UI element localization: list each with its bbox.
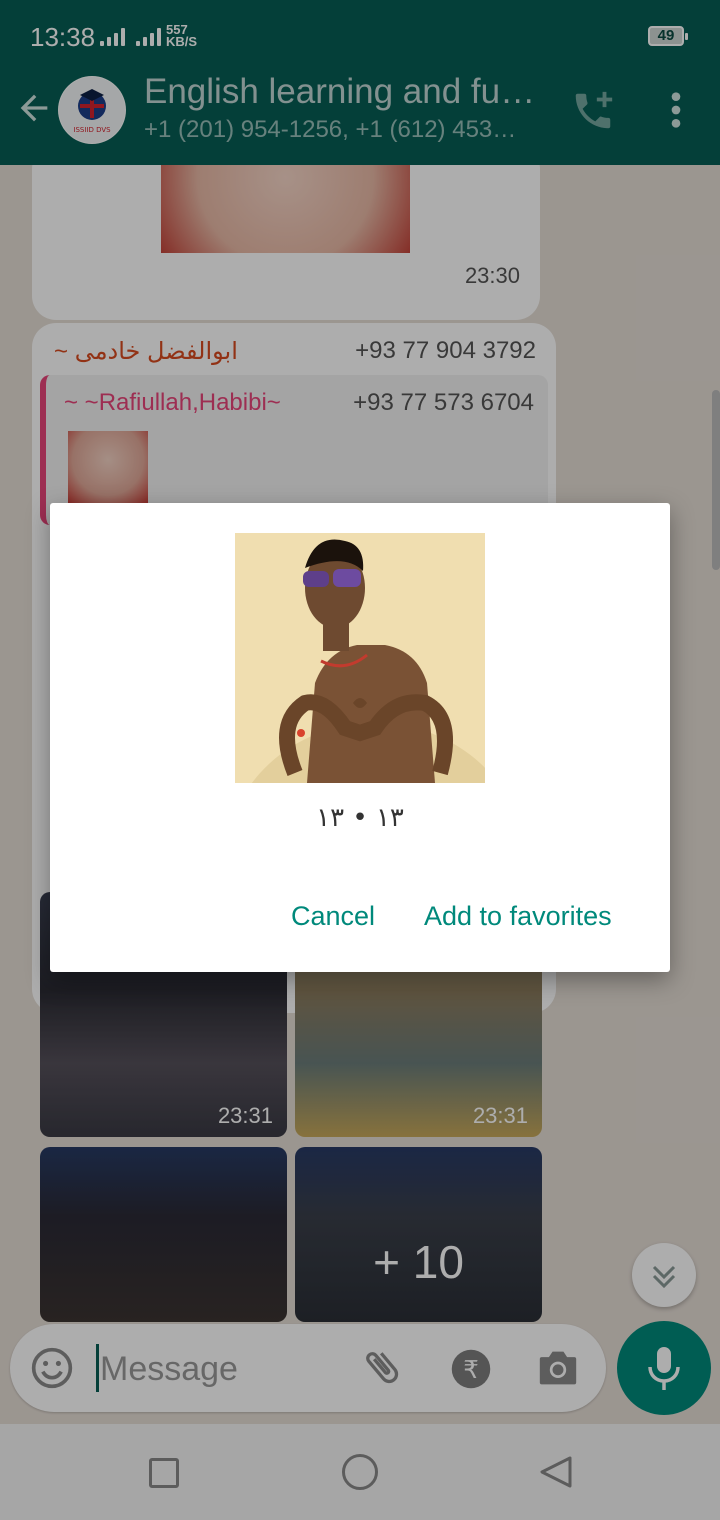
sticker-label: ١٣ • ١٣ (316, 803, 404, 833)
sticker-preview (235, 533, 485, 783)
add-to-favorites-button[interactable]: Add to favorites (424, 901, 612, 932)
sticker-image (235, 533, 485, 783)
sticker-dialog: ١٣ • ١٣ Cancel Add to favorites (50, 503, 670, 972)
cancel-button[interactable]: Cancel (291, 901, 375, 932)
